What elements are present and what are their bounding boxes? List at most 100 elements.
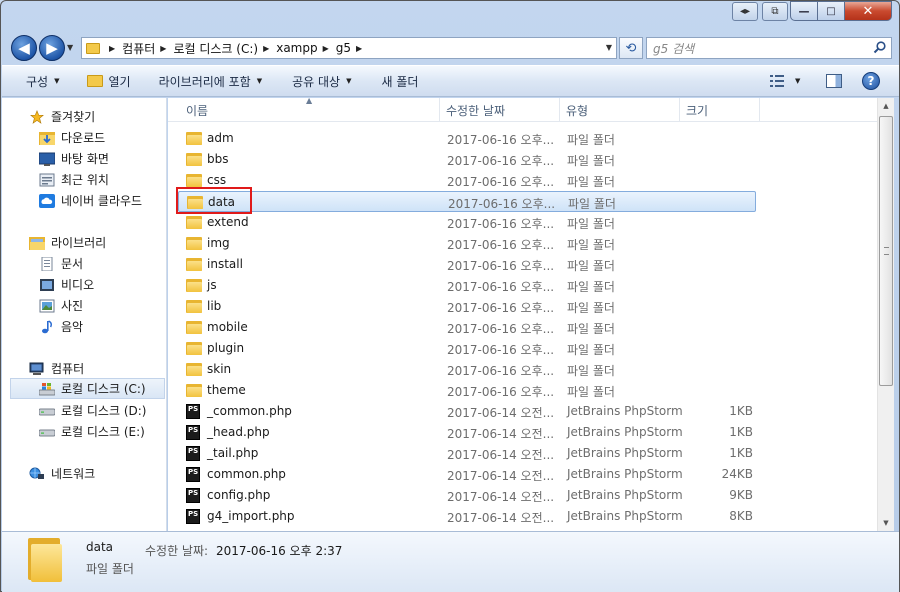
scroll-thumb[interactable] (879, 116, 893, 386)
view-dropdown[interactable]: ▼ (795, 77, 800, 85)
column-divider[interactable] (559, 98, 560, 122)
breadcrumb-separator[interactable]: ▶ (109, 44, 115, 53)
file-row[interactable]: PS g4_import.php 2017-06-14 오전... JetBrains… (178, 506, 756, 527)
windows-drive-icon (39, 382, 55, 395)
file-row[interactable]: lib 2017-06-16 오후... 파일 폴더 (178, 296, 756, 317)
breadcrumb-computer[interactable]: 컴퓨터 (122, 40, 155, 57)
search-input[interactable]: g5 검색 (646, 37, 892, 59)
nav-drive-e[interactable]: 로컬 디스크 (E:) (2, 421, 167, 442)
file-row[interactable]: theme 2017-06-16 오후... 파일 폴더 (178, 380, 756, 401)
include-library-button[interactable]: 라이브러리에 포함 ▼ (151, 69, 271, 93)
refresh-icon: ⟲ (625, 40, 637, 56)
nav-computer[interactable]: 컴퓨터 (2, 358, 167, 379)
recent-pages-dropdown[interactable]: ▼ (67, 43, 73, 52)
file-row[interactable]: skin 2017-06-16 오후... 파일 폴더 (178, 359, 756, 380)
nav-libraries[interactable]: 라이브러리 (2, 232, 167, 253)
arrow-left-icon: ◀ (18, 39, 30, 57)
nav-recent[interactable]: 최근 위치 (2, 169, 167, 190)
library-icon (29, 236, 45, 250)
column-divider[interactable] (679, 98, 680, 122)
music-icon (42, 319, 52, 333)
address-bar[interactable]: ▶ 컴퓨터 ▶ 로컬 디스크 (C:) ▶ xampp ▶ g5 ▶ ▼ (81, 37, 617, 59)
help-icon[interactable]: ? (862, 72, 880, 90)
snap-icon[interactable]: ◂▸ (732, 2, 758, 21)
breadcrumb-g5[interactable]: g5 (336, 41, 351, 55)
nav-network[interactable]: 네트워크 (2, 463, 167, 484)
cloud-icon (39, 193, 55, 208)
file-type: 파일 폴더 (567, 280, 615, 294)
nav-videos[interactable]: 비디오 (2, 274, 167, 295)
file-name: css (207, 173, 227, 187)
refresh-button[interactable]: ⟲ (619, 37, 643, 59)
nav-favorites[interactable]: 즐겨찾기 (2, 106, 167, 127)
column-header-type[interactable]: 유형 (566, 102, 588, 119)
nav-naver-cloud[interactable]: 네이버 클라우드 (2, 190, 167, 211)
search-icon[interactable] (873, 41, 886, 54)
file-name: js (207, 278, 217, 292)
file-type: 파일 폴더 (568, 197, 616, 211)
minimize-button[interactable]: — (790, 1, 818, 21)
breadcrumb-xampp[interactable]: xampp (276, 41, 317, 55)
file-row[interactable]: css 2017-06-16 오후... 파일 폴더 (178, 170, 756, 191)
scroll-up-arrow[interactable]: ▲ (878, 98, 894, 114)
file-row[interactable]: PS _common.php 2017-06-14 오전... JetBrains P… (178, 401, 756, 422)
file-row[interactable]: data 2017-06-16 오후... 파일 폴더 (178, 191, 756, 212)
nav-desktop[interactable]: 바탕 화면 (2, 148, 167, 169)
file-row[interactable]: bbs 2017-06-16 오후... 파일 폴더 (178, 149, 756, 170)
nav-pictures[interactable]: 사진 (2, 295, 167, 316)
column-header-size[interactable]: 크기 (686, 102, 708, 119)
nav-downloads[interactable]: 다운로드 (2, 127, 167, 148)
file-row[interactable]: extend 2017-06-16 오후... 파일 폴더 (178, 212, 756, 233)
breadcrumb-separator[interactable]: ▶ (160, 44, 166, 53)
maximize-button[interactable]: □ (817, 1, 845, 21)
scroll-down-arrow[interactable]: ▼ (878, 515, 894, 531)
folder-icon (186, 132, 202, 145)
file-row[interactable]: mobile 2017-06-16 오후... 파일 폴더 (178, 317, 756, 338)
view-options-icon[interactable] (770, 74, 784, 88)
file-row[interactable]: js 2017-06-16 오후... 파일 폴더 (178, 275, 756, 296)
breadcrumb-separator[interactable]: ▶ (356, 44, 362, 53)
file-row[interactable]: plugin 2017-06-16 오후... 파일 폴더 (178, 338, 756, 359)
back-button[interactable]: ◀ (11, 35, 37, 61)
vertical-scrollbar[interactable]: ▲ ▼ (877, 98, 894, 531)
arrow-right-icon: ▶ (46, 39, 58, 57)
phpstorm-file-icon: PS (186, 509, 202, 524)
new-folder-label: 새 폴더 (381, 74, 419, 89)
nav-documents[interactable]: 문서 (2, 253, 167, 274)
phpstorm-file-icon: PS (186, 425, 202, 440)
close-button[interactable]: ✕ (844, 1, 892, 21)
preview-pane-icon[interactable] (826, 74, 842, 88)
column-header-name[interactable]: 이름 (186, 102, 208, 119)
file-row[interactable]: img 2017-06-16 오후... 파일 폴더 (178, 233, 756, 254)
organize-button[interactable]: 구성 ▼ (18, 69, 67, 93)
file-name: install (207, 257, 243, 271)
phpstorm-badge: PS (186, 425, 200, 440)
file-row[interactable]: PS config.php 2017-06-14 오전... JetBrains Ph… (178, 485, 756, 506)
column-divider[interactable] (759, 98, 760, 122)
share-button[interactable]: 공유 대상 ▼ (284, 69, 359, 93)
column-header-date[interactable]: 수정한 날짜 (446, 102, 505, 119)
window-copy-icon[interactable]: ⧉ (762, 2, 788, 21)
file-row[interactable]: PS _tail.php 2017-06-14 오전... JetBrains Php… (178, 443, 756, 464)
breadcrumb-drive-c[interactable]: 로컬 디스크 (C:) (173, 40, 258, 57)
file-row[interactable]: PS common.php 2017-06-14 오전... JetBrains Ph… (178, 464, 756, 485)
folder-icon (186, 237, 202, 250)
file-date: 2017-06-14 오전... (447, 511, 555, 525)
phpstorm-file-icon: PS (186, 404, 202, 419)
file-row[interactable]: adm 2017-06-16 오후... 파일 폴더 (178, 128, 756, 149)
open-button[interactable]: 열기 (79, 69, 138, 93)
nav-music[interactable]: 음악 (2, 316, 167, 337)
file-type: JetBrains PhpStorm (567, 509, 683, 523)
new-folder-button[interactable]: 새 폴더 (373, 69, 426, 93)
breadcrumb-separator[interactable]: ▶ (263, 44, 269, 53)
column-divider[interactable] (439, 98, 440, 122)
file-row[interactable]: PS _head.php 2017-06-14 오전... JetBrains Php… (178, 422, 756, 443)
breadcrumb-separator[interactable]: ▶ (323, 44, 329, 53)
nav-drive-c[interactable]: 로컬 디스크 (C:) (10, 378, 165, 399)
file-row[interactable]: install 2017-06-16 오후... 파일 폴더 (178, 254, 756, 275)
address-dropdown[interactable]: ▼ (606, 43, 612, 52)
forward-button[interactable]: ▶ (39, 35, 65, 61)
file-date: 2017-06-16 오후... (447, 385, 555, 399)
nav-drive-d[interactable]: 로컬 디스크 (D:) (2, 400, 167, 421)
file-date: 2017-06-16 오후... (447, 322, 555, 336)
